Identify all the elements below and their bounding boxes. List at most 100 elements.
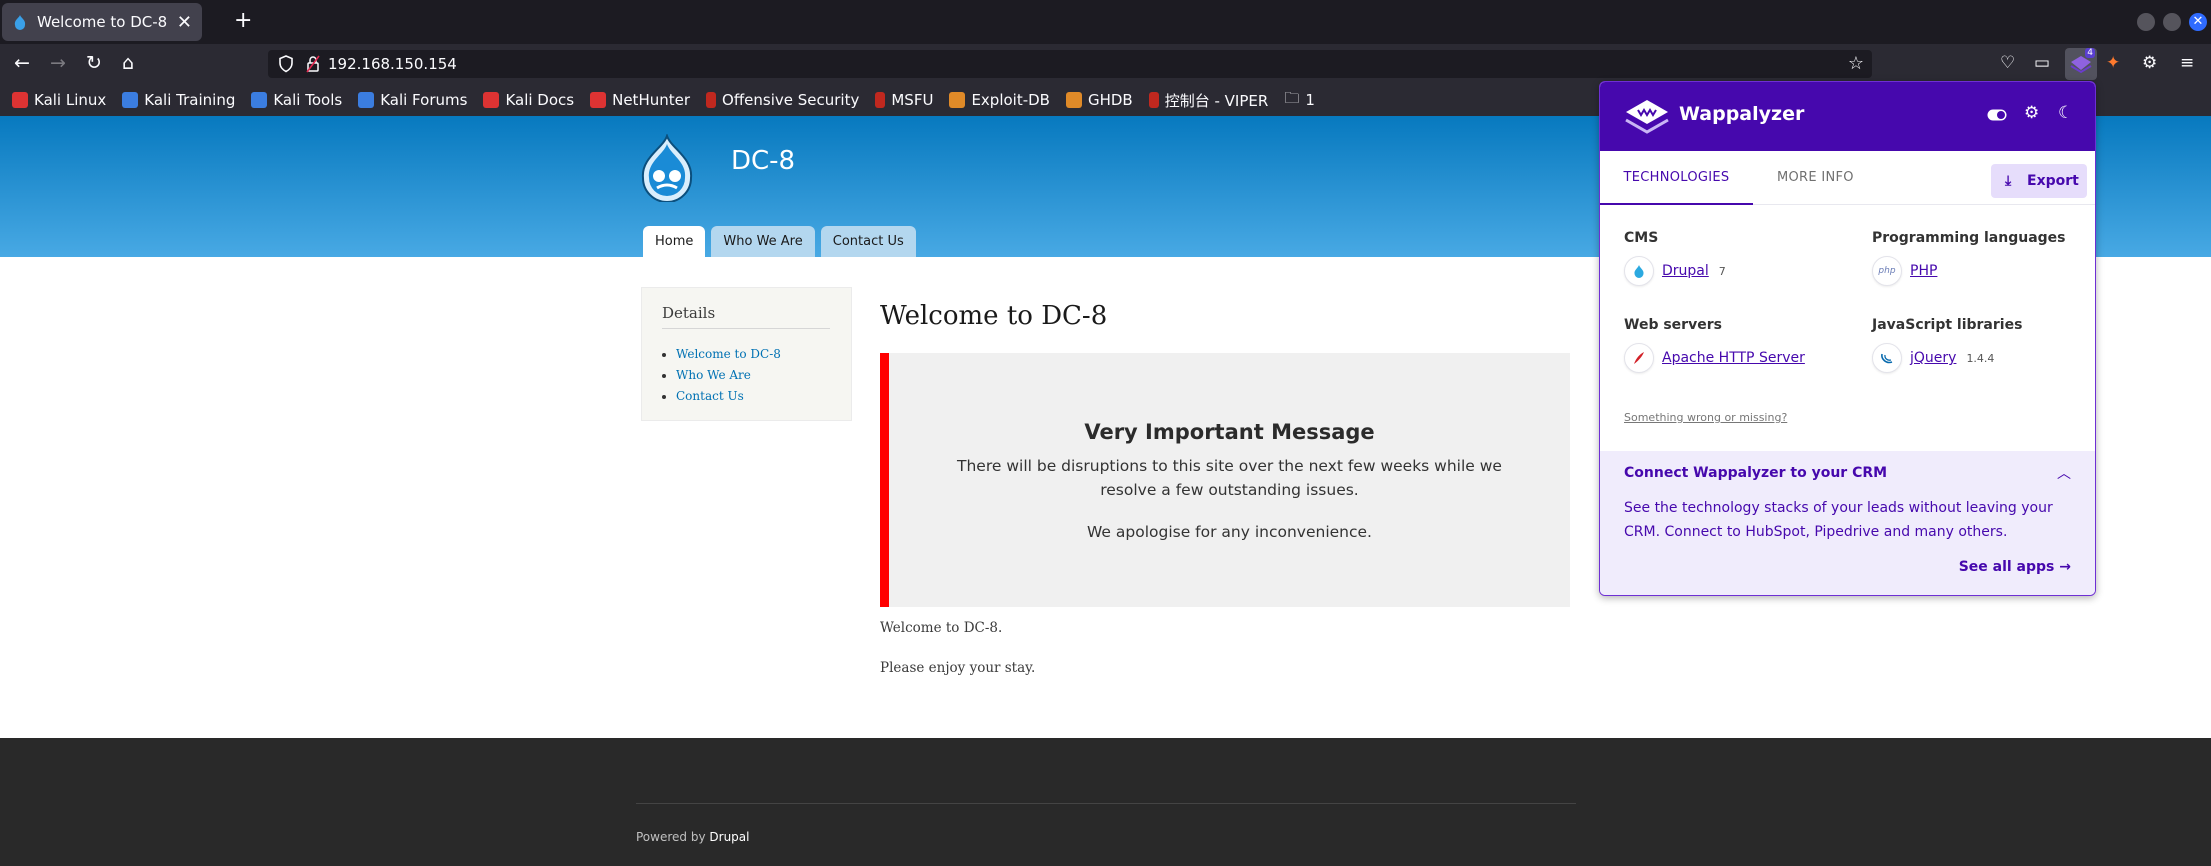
bookmark-icon (706, 92, 717, 108)
drupal-icon (1624, 256, 1654, 286)
powered-by: Powered by Drupal (636, 830, 750, 844)
primary-tabs: Home Who We Are Contact Us (643, 226, 916, 257)
wappalyzer-logo-icon (1625, 100, 1669, 134)
jquery-icon (1872, 343, 1902, 373)
wappalyzer-brand: Wappalyzer (1679, 103, 1805, 125)
bookmark-item[interactable]: MSFU (875, 91, 933, 109)
pocket-icon[interactable]: ♡ (2000, 53, 2015, 73)
bookmark-icon (949, 92, 966, 108)
tab-technologies[interactable]: TECHNOLOGIES (1600, 151, 1753, 205)
footer-divider (636, 803, 1576, 804)
reload-icon[interactable]: ↻ (86, 52, 102, 74)
sidebar-link-welcome[interactable]: Welcome to DC-8 (676, 344, 781, 365)
block-title: Details (662, 304, 716, 322)
drupal-favicon-icon (14, 15, 26, 30)
bookmark-item[interactable]: GHDB (1065, 91, 1133, 109)
wappalyzer-extension-button[interactable]: 4 (2065, 48, 2097, 80)
body-paragraph: Welcome to DC-8. (880, 620, 1003, 636)
drupal-logo-icon[interactable] (637, 134, 697, 202)
tab-who-we-are[interactable]: Who We Are (711, 226, 815, 257)
folder-icon: 🗀 (1284, 88, 1300, 107)
site-footer: Powered by Drupal (0, 738, 2211, 866)
bookmark-icon (251, 92, 268, 108)
php-icon: php (1872, 256, 1902, 286)
url-text: 192.168.150.154 (328, 55, 457, 73)
bookmark-item[interactable]: 控制台 - VIPER (1148, 90, 1268, 111)
bookmark-icon (1065, 92, 1082, 108)
tech-php[interactable]: php PHP (1872, 256, 1937, 286)
export-button[interactable]: ⤓ Export (1991, 164, 2087, 198)
bookmark-item[interactable]: NetHunter (590, 91, 690, 109)
tech-apache[interactable]: Apache HTTP Server (1624, 343, 1805, 373)
bookmark-item[interactable]: Kali Forums (358, 91, 467, 109)
tab-home[interactable]: Home (643, 226, 706, 257)
site-name[interactable]: DC-8 (731, 146, 795, 176)
new-tab-icon[interactable]: + (234, 9, 252, 33)
category-javascript-libraries: JavaScript libraries (1872, 317, 2023, 333)
tech-jquery[interactable]: jQuery 1.4.4 (1872, 343, 1994, 373)
bookmark-icon (122, 92, 139, 108)
drupal-link[interactable]: Drupal (709, 830, 749, 844)
bookmark-folder[interactable]: 🗀 1 (1284, 88, 1315, 113)
fox-extension-icon[interactable]: ✦ (2106, 53, 2120, 73)
maximize-icon[interactable] (2163, 13, 2181, 31)
bookmark-icon (483, 92, 500, 108)
bookmark-item[interactable]: Exploit-DB (949, 91, 1050, 109)
sidebar-link-who-we-are[interactable]: Who We Are (676, 365, 781, 386)
bookmark-star-icon[interactable]: ☆ (1848, 53, 1864, 74)
category-programming-languages: Programming languages (1872, 230, 2066, 246)
details-menu: Welcome to DC-8 Who We Are Contact Us (676, 344, 781, 407)
bookmark-item[interactable]: Kali Training (122, 91, 235, 109)
details-block: Details Welcome to DC-8 Who We Are Conta… (641, 287, 852, 421)
bookmark-item[interactable]: Offensive Security (706, 91, 859, 109)
bookmark-icon (875, 92, 886, 108)
home-icon[interactable]: ⌂ (122, 52, 134, 74)
window-controls: ✕ (2137, 13, 2207, 31)
bookmark-item[interactable]: Kali Tools (251, 91, 342, 109)
minimize-icon[interactable] (2137, 13, 2155, 31)
crm-text: See the technology stacks of your leads … (1624, 500, 2053, 540)
reader-icon[interactable]: ▭ (2034, 53, 2050, 73)
important-message-box: Very Important Message There will be dis… (880, 353, 1570, 607)
bookmark-icon (12, 92, 28, 108)
tech-drupal[interactable]: Drupal 7 (1624, 256, 1726, 286)
forward-icon[interactable]: → (50, 52, 66, 74)
menu-icon[interactable]: ≡ (2180, 53, 2194, 73)
crm-panel: Connect Wappalyzer to your CRM ︿ See the… (1600, 451, 2095, 595)
back-icon[interactable]: ← (14, 52, 30, 74)
browser-tab[interactable]: Welcome to DC-8 | DC-8 ✕ (2, 3, 202, 41)
arrow-right-icon: → (2059, 559, 2071, 575)
extension-badge: 4 (2085, 48, 2095, 58)
settings-gear-icon[interactable]: ⚙ (2024, 103, 2039, 123)
bookmark-icon (358, 92, 375, 108)
dark-mode-moon-icon[interactable]: ☾ (2058, 103, 2073, 123)
toggle-icon[interactable] (1987, 106, 2007, 126)
close-tab-icon[interactable]: ✕ (177, 12, 192, 33)
bookmark-icon (590, 92, 607, 108)
bookmark-item[interactable]: Kali Docs (483, 91, 574, 109)
category-cms: CMS (1624, 230, 1659, 246)
see-all-apps-link[interactable]: See all apps → (1959, 559, 2071, 575)
wappalyzer-popup: Wappalyzer ⚙ ☾ TECHNOLOGIES MORE INFO ⤓ … (1599, 81, 2096, 596)
tab-title: Welcome to DC-8 | DC-8 (37, 13, 169, 31)
extensions-icon[interactable]: ⚙ (2142, 53, 2157, 73)
bookmark-item[interactable]: Kali Linux (12, 91, 106, 109)
url-bar[interactable]: 192.168.150.154 ☆ (268, 50, 1872, 78)
tab-more-info[interactable]: MORE INFO (1777, 151, 1854, 205)
apache-icon (1624, 343, 1654, 373)
tab-bar: Welcome to DC-8 | DC-8 ✕ + ✕ (0, 0, 2211, 44)
divider (662, 328, 830, 329)
tab-contact-us[interactable]: Contact Us (820, 226, 916, 257)
shield-icon[interactable] (278, 55, 294, 73)
page-title: Welcome to DC-8 (880, 301, 1108, 331)
chevron-up-icon[interactable]: ︿ (2057, 463, 2071, 483)
message-apology: We apologise for any inconvenience. (1087, 523, 1372, 541)
crm-heading[interactable]: Connect Wappalyzer to your CRM (1624, 465, 1887, 481)
insecure-lock-icon[interactable] (306, 55, 320, 73)
sidebar-link-contact-us[interactable]: Contact Us (676, 386, 781, 407)
message-text: There will be disruptions to this site o… (957, 457, 1502, 499)
something-wrong-link[interactable]: Something wrong or missing? (1624, 411, 1787, 424)
category-web-servers: Web servers (1624, 317, 1722, 333)
bookmark-icon (1148, 92, 1159, 108)
close-window-icon[interactable]: ✕ (2189, 13, 2207, 31)
